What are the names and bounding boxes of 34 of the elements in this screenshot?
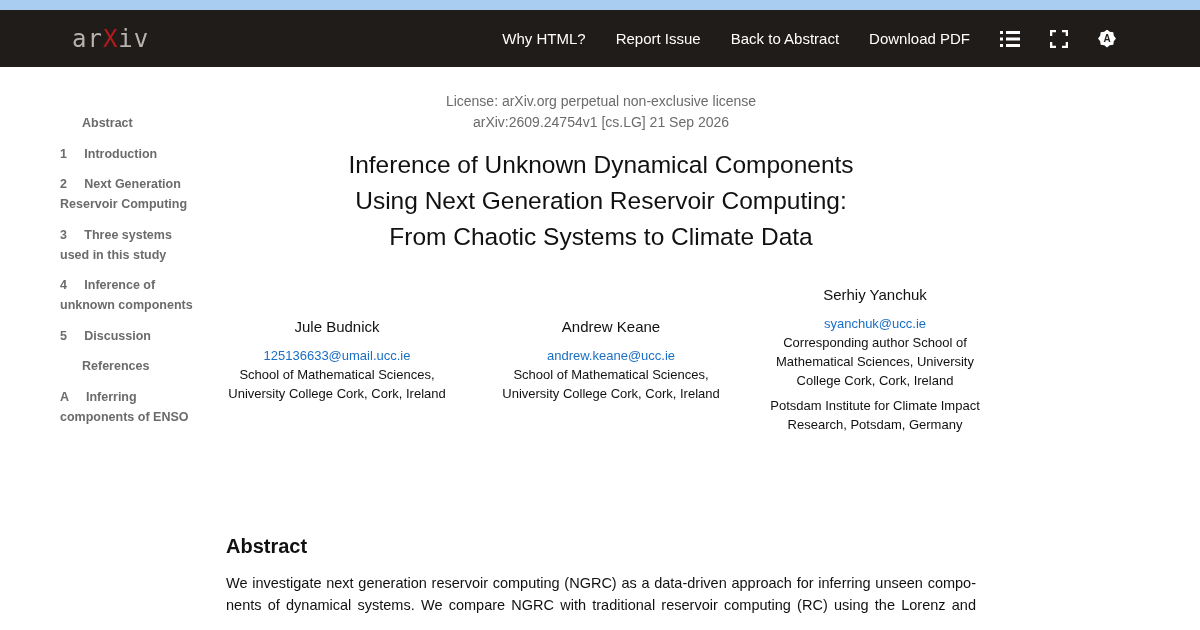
affiliation-text: School of Mathematical Sciences, University College Cork, Cork, Ireland [501,366,721,403]
toc-link[interactable]: 4 Inference of unknown components [60,275,195,315]
logo[interactable]: arXiv [72,24,150,53]
abstract-text: nents of dynamical systems. We compare NGRC with traditional reservoir computing (RC) using the Lorenz and [226,596,976,615]
arxiv-identifier: arXiv:2609.24754v1 [cs.LG] 21 Sep 2026 [472,113,730,132]
paper-title: Inference of Unknown Dynamical Components [348,150,854,180]
email-link[interactable]: andrew.keane@ucc.ie [546,346,676,365]
section-heading: Abstract [226,534,309,558]
nav-link[interactable]: Download PDF [869,30,970,47]
toc-link[interactable]: A Inferring components of ENSO [60,386,195,427]
toc-link[interactable]: Abstract [60,113,195,133]
affiliation-text: Corresponding author School of Mathematical Sciences, University College Cork, Cork, Ireland [775,334,975,390]
author-name: Jule Budnick [294,317,380,336]
toc-link[interactable]: References [60,356,195,376]
affiliation-text: School of Mathematical Sciences, University College Cork, Cork, Ireland [227,366,447,403]
toc-link[interactable]: 1 Introduction [60,143,195,164]
author-name: Andrew Keane [561,317,661,336]
affiliation-text: Potsdam Institute for Climate Impact Research, Potsdam, Germany [769,397,981,434]
nav-link[interactable]: Why HTML? [502,30,586,47]
nav-link[interactable]: Back to Abstract [730,30,840,47]
nav-link[interactable]: Report Issue [615,30,701,47]
paper-title: Using Next Generation Reservoir Computing: [354,186,848,216]
email-link[interactable]: syanchuk@ucc.ie [823,314,927,333]
theme-toggle-icon[interactable]: A [1098,29,1116,48]
author-name: Serhiy Yanchuk [823,285,927,304]
list-icon[interactable] [1000,29,1020,48]
license-text: License: arXiv.org perpetual non-exclusive license [445,92,757,111]
toc-link[interactable]: 2 Next Generation Reservoir Computing [60,174,195,214]
fullscreen-icon[interactable] [1050,29,1068,48]
abstract-text: We investigate next generation reservoir computing (NGRC) as a data-driven approach for inferring unseen compo- [226,574,976,593]
paper-title: From Chaotic Systems to Climate Data [388,222,814,252]
toc-link[interactable]: 5 Discussion [60,325,195,346]
email-link[interactable]: 125136633@umail.ucc.ie [263,346,411,365]
toc-link[interactable]: 3 Three systems used in this study [60,224,195,265]
